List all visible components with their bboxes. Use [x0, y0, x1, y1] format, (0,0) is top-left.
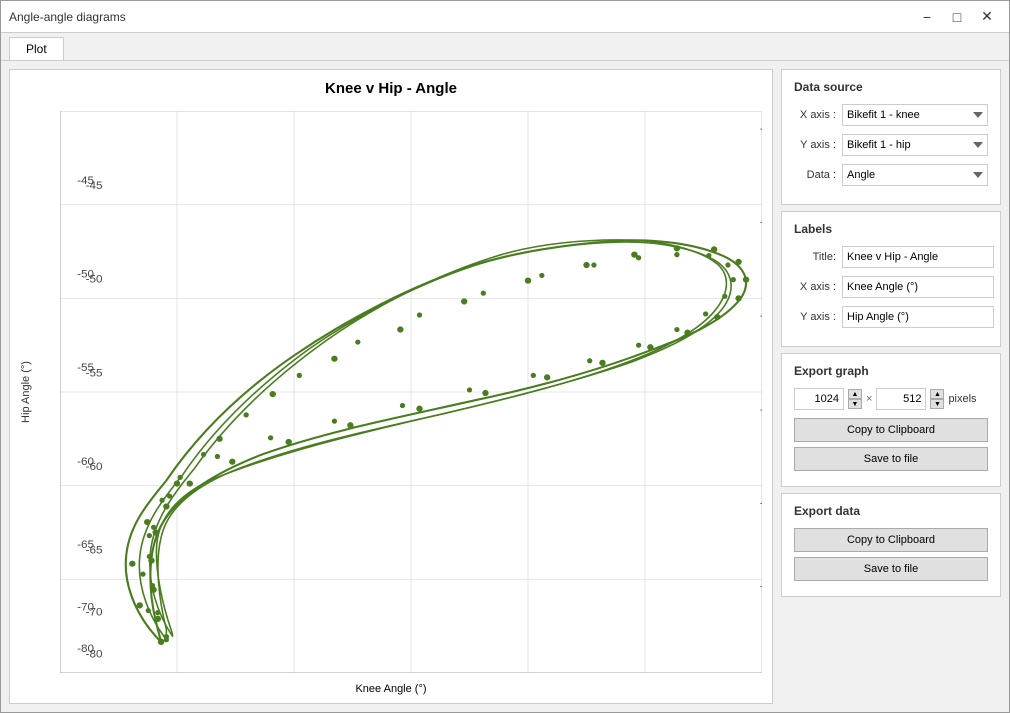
data-select[interactable]: Angle — [842, 164, 988, 186]
export-height-input[interactable] — [876, 388, 926, 410]
x-axis-form-label: X axis : — [794, 109, 836, 121]
labels-x-label: X axis : — [794, 281, 836, 293]
title-bar: Angle-angle diagrams − □ ✕ — [1, 1, 1009, 33]
export-graph-size-row: ▲ ▼ × ▲ ▼ pixels — [794, 388, 988, 410]
chart-area: Knee v Hip - Angle Hip Angle (°) — [9, 69, 773, 704]
close-button[interactable]: ✕ — [973, 6, 1001, 28]
export-height-spinner[interactable]: ▲ ▼ — [930, 389, 944, 409]
window-title: Angle-angle diagrams — [9, 10, 126, 24]
data-form-label: Data : — [794, 169, 836, 181]
export-graph-title: Export graph — [794, 364, 988, 378]
chart-container: Hip Angle (°) — [10, 101, 772, 683]
export-graph-save-button[interactable]: Save to file — [794, 447, 988, 471]
labels-y-input[interactable] — [842, 306, 994, 328]
svg-text:-50: -50 — [86, 274, 103, 286]
main-content: Knee v Hip - Angle Hip Angle (°) — [1, 61, 1009, 712]
svg-text:-65: -65 — [86, 544, 103, 556]
labels-x-row: X axis : — [794, 276, 988, 298]
export-data-section: Export data Copy to Clipboard Save to fi… — [781, 493, 1001, 597]
main-window: Angle-angle diagrams − □ ✕ Plot Knee v H… — [0, 0, 1010, 713]
pixels-label: pixels — [948, 393, 976, 405]
export-height-down[interactable]: ▼ — [930, 399, 944, 409]
minimize-button[interactable]: − — [913, 6, 941, 28]
svg-text:-45: -45 — [86, 180, 103, 192]
title-bar-left: Angle-angle diagrams — [9, 10, 126, 24]
export-data-title: Export data — [794, 504, 988, 518]
title-input[interactable] — [842, 246, 994, 268]
data-source-title: Data source — [794, 80, 988, 94]
chart-title: Knee v Hip - Angle — [325, 70, 457, 101]
title-label-row: Title: — [794, 246, 988, 268]
svg-text:-45: -45 — [760, 123, 762, 135]
labels-title: Labels — [794, 222, 988, 236]
y-axis-select[interactable]: Bikefit 1 - hip — [842, 134, 988, 156]
svg-text:-60: -60 — [86, 461, 103, 473]
export-width-down[interactable]: ▼ — [848, 399, 862, 409]
svg-text:-60: -60 — [760, 404, 762, 416]
export-graph-section: Export graph ▲ ▼ × ▲ ▼ pixels Copy to Cl — [781, 353, 1001, 487]
size-separator: × — [866, 393, 872, 405]
y-axis-row: Y axis : Bikefit 1 - hip — [794, 134, 988, 156]
labels-y-label: Y axis : — [794, 311, 836, 323]
svg-text:-80: -80 — [86, 648, 103, 660]
title-bar-controls: − □ ✕ — [913, 6, 1001, 28]
export-width-spinner[interactable]: ▲ ▼ — [848, 389, 862, 409]
data-source-section: Data source X axis : Bikefit 1 - knee Y … — [781, 69, 1001, 205]
right-panel: Data source X axis : Bikefit 1 - knee Y … — [781, 69, 1001, 704]
tab-plot[interactable]: Plot — [9, 37, 64, 60]
labels-y-row: Y axis : — [794, 306, 988, 328]
labels-x-input[interactable] — [842, 276, 994, 298]
export-width-input[interactable] — [794, 388, 844, 410]
export-data-save-button[interactable]: Save to file — [794, 557, 988, 581]
export-width-up[interactable]: ▲ — [848, 389, 862, 399]
x-axis-label: Knee Angle (°) — [355, 683, 426, 703]
maximize-button[interactable]: □ — [943, 6, 971, 28]
svg-text:-55: -55 — [760, 310, 762, 322]
svg-text:-55: -55 — [86, 367, 103, 379]
export-data-copy-button[interactable]: Copy to Clipboard — [794, 528, 988, 552]
export-graph-copy-button[interactable]: Copy to Clipboard — [794, 418, 988, 442]
chart-svg-container: -45 -50 -55 -60 -65 -70 -45 -50 -5 — [60, 111, 762, 673]
x-axis-select[interactable]: Bikefit 1 - knee — [842, 104, 988, 126]
svg-text:-70: -70 — [760, 581, 762, 593]
svg-text:-70: -70 — [86, 607, 103, 619]
chart-svg: -45 -50 -55 -60 -65 -70 -45 -50 -5 — [60, 111, 762, 673]
svg-text:-50: -50 — [760, 217, 762, 229]
labels-section: Labels Title: X axis : Y axis : — [781, 211, 1001, 347]
y-axis-label: Hip Angle (°) — [20, 361, 32, 423]
tab-bar: Plot — [1, 33, 1009, 61]
export-height-up[interactable]: ▲ — [930, 389, 944, 399]
y-axis-form-label: Y axis : — [794, 139, 836, 151]
title-form-label: Title: — [794, 251, 836, 263]
data-row: Data : Angle — [794, 164, 988, 186]
x-axis-row: X axis : Bikefit 1 - knee — [794, 104, 988, 126]
svg-text:-65: -65 — [760, 498, 762, 510]
